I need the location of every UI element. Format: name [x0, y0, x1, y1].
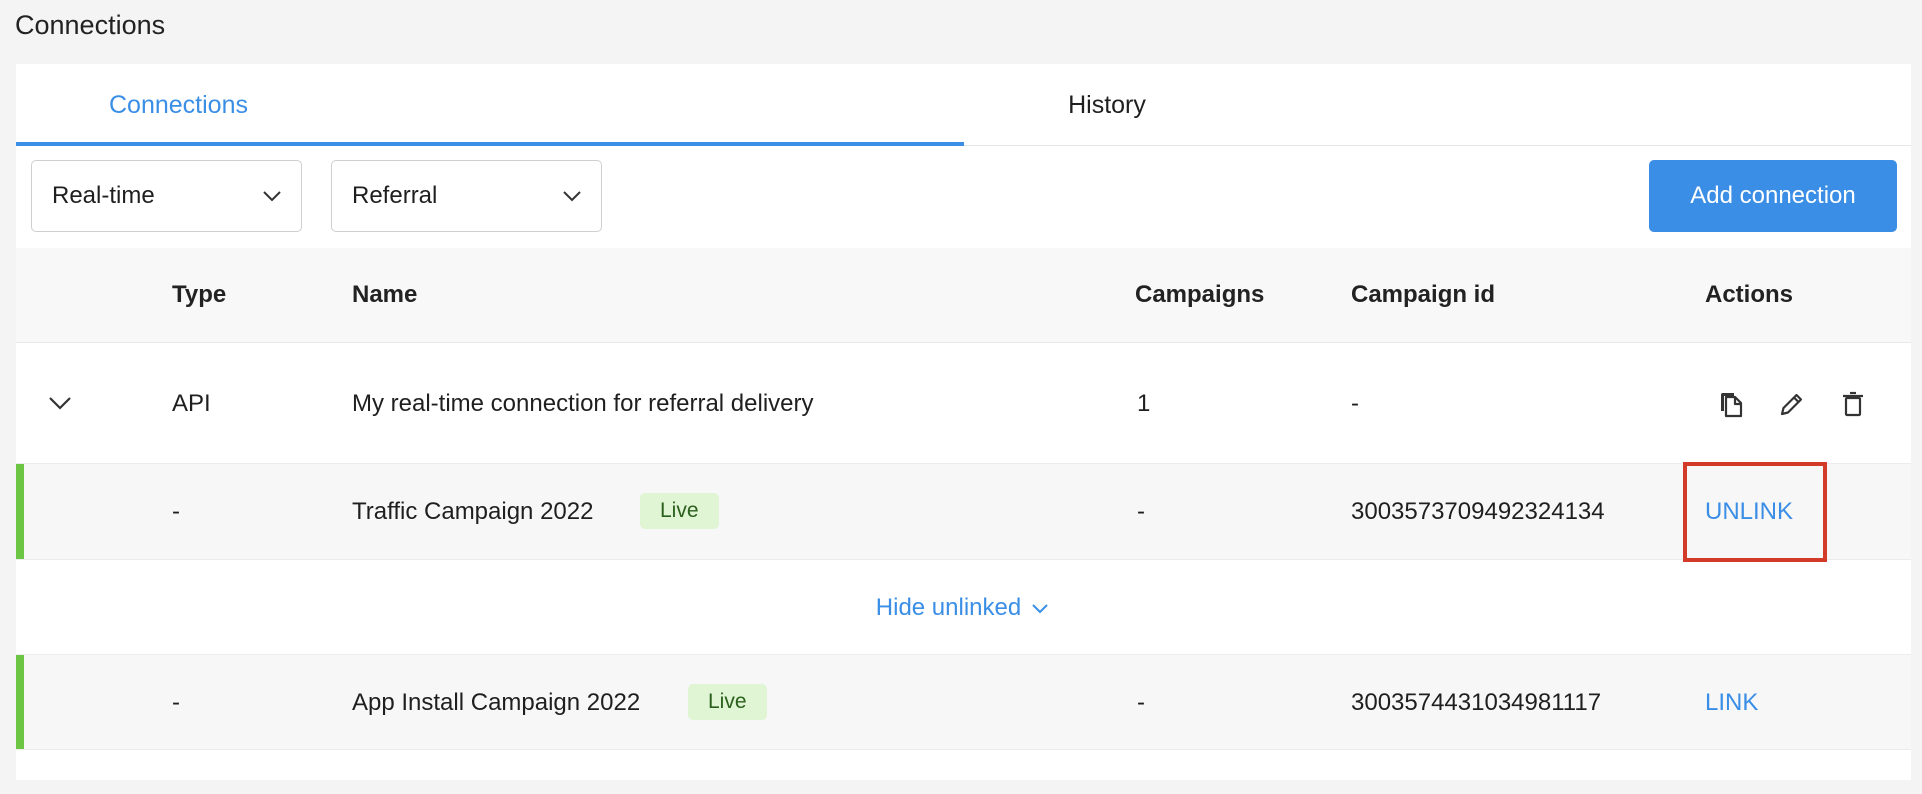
- status-badge: Live: [640, 493, 719, 529]
- edit-icon[interactable]: [1777, 389, 1807, 419]
- status-badge-label: Live: [688, 684, 767, 720]
- mode-filter-value: Real-time: [52, 182, 155, 209]
- toggle-row: Hide unlinked: [16, 560, 1911, 655]
- mode-filter-select[interactable]: Real-time: [31, 160, 302, 232]
- add-connection-button[interactable]: Add connection: [1649, 160, 1897, 232]
- connection-name: My real-time connection for referral del…: [352, 390, 814, 417]
- header-actions: Actions: [1705, 281, 1794, 308]
- connection-row: API My real-time connection for referral…: [16, 343, 1911, 464]
- copy-icon[interactable]: [1716, 389, 1746, 419]
- status-badge: Live: [688, 684, 767, 720]
- header-type: Type: [172, 281, 227, 308]
- chevron-down-icon: [263, 191, 281, 202]
- tab-bar: Connections History: [16, 64, 1911, 146]
- status-bar: [16, 464, 24, 559]
- campaign-campaigns: -: [1137, 689, 1145, 716]
- campaign-name: Traffic Campaign 2022: [352, 498, 594, 525]
- hide-unlinked-label: Hide unlinked: [875, 593, 1022, 621]
- page-title: Connections: [15, 10, 166, 40]
- chevron-down-icon: [1032, 603, 1048, 613]
- table-header-row: Type Name Campaigns Campaign id Actions: [16, 248, 1911, 343]
- chevron-down-icon: [563, 191, 581, 202]
- header-campaign-id: Campaign id: [1351, 281, 1496, 308]
- connections-panel: Connections History Real-time Referral A…: [16, 64, 1911, 780]
- hide-unlinked-toggle[interactable]: Hide unlinked: [16, 560, 1911, 655]
- type-filter-value: Referral: [352, 182, 438, 209]
- unlink-button[interactable]: UNLINK: [1705, 498, 1793, 526]
- connection-campaign-id: -: [1351, 390, 1359, 417]
- status-badge-label: Live: [640, 493, 719, 529]
- linked-campaign-row: - Traffic Campaign 2022 Live - 300357370…: [16, 464, 1911, 560]
- status-bar: [16, 655, 24, 749]
- campaign-name: App Install Campaign 2022: [352, 689, 641, 716]
- campaign-id: 3003574431034981117: [1351, 689, 1602, 716]
- type-filter-select[interactable]: Referral: [331, 160, 602, 232]
- campaign-id: 3003573709492324134: [1351, 498, 1605, 525]
- tab-connections[interactable]: Connections: [16, 64, 341, 146]
- delete-icon[interactable]: [1838, 389, 1868, 419]
- tab-history[interactable]: History: [964, 64, 1250, 146]
- campaign-type: -: [172, 689, 180, 716]
- connection-campaigns: 1: [1137, 390, 1151, 417]
- link-button[interactable]: LINK: [1705, 689, 1758, 717]
- header-name: Name: [352, 281, 418, 308]
- chevron-down-icon[interactable]: [46, 389, 74, 417]
- campaign-campaigns: -: [1137, 498, 1145, 525]
- connection-type: API: [172, 390, 211, 417]
- active-tab-indicator: [16, 142, 964, 146]
- header-campaigns: Campaigns: [1135, 281, 1265, 308]
- campaign-type: -: [172, 498, 180, 525]
- unlinked-campaign-row: - App Install Campaign 2022 Live - 30035…: [16, 655, 1911, 750]
